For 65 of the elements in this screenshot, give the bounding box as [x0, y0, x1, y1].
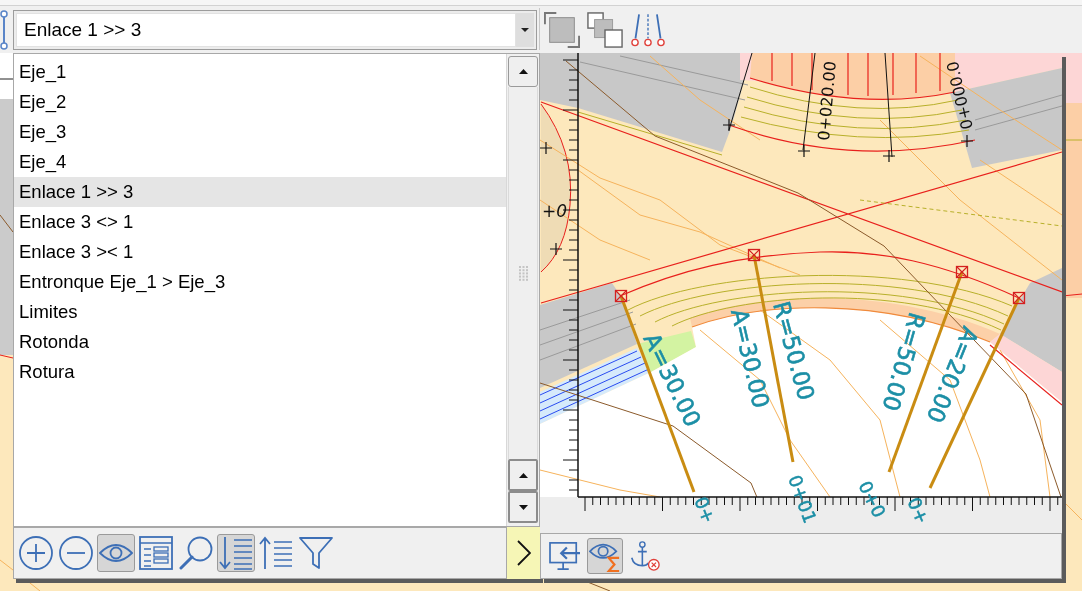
- chevron-right-icon: [516, 540, 531, 566]
- station-label: 0+000.0: [942, 59, 977, 132]
- station-label: 0+01: [784, 472, 821, 526]
- list-item[interactable]: Rotonda: [14, 327, 506, 357]
- scroll-up-button[interactable]: [508, 459, 538, 491]
- grip-icon: [518, 265, 528, 281]
- list-item[interactable]: Limites: [14, 297, 506, 327]
- caret-icon: [521, 28, 529, 32]
- scroll-thumb[interactable]: [508, 87, 538, 459]
- plus-circle-icon: [19, 536, 53, 570]
- stacked-squares-icon: [587, 12, 623, 48]
- list-item[interactable]: Eje_4: [14, 147, 506, 177]
- alignment-combobox[interactable]: Enlace 1 >> 3: [13, 10, 537, 50]
- search-icon: [179, 536, 213, 570]
- vertex-marker-icon: [747, 248, 761, 262]
- station-label: 0+020.00: [814, 60, 840, 142]
- list-item[interactable]: Enlace 3 >< 1: [14, 237, 506, 267]
- add-button[interactable]: [17, 534, 55, 572]
- sort-descending-button[interactable]: [217, 534, 255, 572]
- cross-marker-icon: [797, 144, 811, 158]
- station-label: 0+: [903, 494, 934, 527]
- sort-ascending-button[interactable]: [257, 534, 295, 572]
- list-item[interactable]: Entronque Eje_1 > Eje_3: [14, 267, 506, 297]
- cross-marker-icon: [722, 118, 736, 132]
- filter-icon: [299, 536, 333, 570]
- arrow-up-icon: [518, 69, 528, 74]
- sort-up-icon: [259, 536, 293, 570]
- view-button[interactable]: [97, 534, 135, 572]
- cross-marker-icon: [882, 149, 896, 163]
- cross-marker-icon: [549, 242, 563, 256]
- search-button[interactable]: [177, 534, 215, 572]
- arrow-up-icon: [518, 472, 528, 478]
- list-item[interactable]: Eje_3: [14, 117, 506, 147]
- list-item[interactable]: Rotura: [14, 357, 506, 387]
- eye-icon: [99, 544, 133, 562]
- station-label: 0+: [690, 493, 720, 527]
- expand-button[interactable]: [507, 527, 540, 579]
- send-backward-button[interactable]: [585, 10, 625, 50]
- list-item[interactable]: Enlace 3 <> 1: [14, 207, 506, 237]
- station-label: +0: [542, 201, 568, 221]
- remove-button[interactable]: [57, 534, 95, 572]
- arrow-down-icon: [518, 504, 528, 510]
- vertex-marker-icon: [955, 265, 969, 279]
- line-endpoints-icon[interactable]: [0, 10, 10, 50]
- sort-down-icon: [219, 536, 253, 570]
- vertex-marker-icon: [614, 289, 628, 303]
- minus-circle-icon: [59, 536, 93, 570]
- bring-forward-button[interactable]: [542, 10, 582, 50]
- form-icon: [139, 536, 173, 570]
- filter-button[interactable]: [297, 534, 335, 572]
- stacked-squares-icon: [544, 12, 580, 48]
- cross-marker-icon: [960, 134, 974, 148]
- vertex-marker-icon: [1012, 291, 1026, 305]
- monitor-arrow-icon: [549, 541, 581, 571]
- anchor-icon: [630, 541, 660, 571]
- list-item[interactable]: Enlace 1 >> 3: [14, 177, 506, 207]
- totals-view-button[interactable]: [587, 538, 623, 574]
- scroll-down-button[interactable]: [508, 491, 538, 523]
- list-item[interactable]: Eje_1: [14, 57, 506, 87]
- details-button[interactable]: [137, 534, 175, 572]
- list-item[interactable]: Eje_2: [14, 87, 506, 117]
- axis-points-icon: [631, 13, 665, 47]
- station-label: 0+0: [854, 477, 890, 521]
- scroll-up-button[interactable]: [508, 56, 538, 87]
- cross-marker-icon: [540, 141, 553, 155]
